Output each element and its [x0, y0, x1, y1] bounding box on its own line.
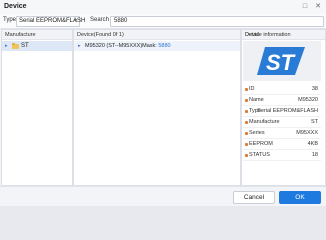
bullet-icon [245, 121, 248, 124]
prop-type: Type Serial EEPROM&FLASH [243, 106, 321, 117]
prop-eeprom: EEPROM 4KB [243, 139, 321, 150]
device-logo: ST [243, 41, 321, 81]
cancel-button[interactable]: Cancel [233, 191, 275, 204]
type-select[interactable]: Serial EEPROM&FLASH ▾ [16, 16, 85, 27]
prop-status: STATUS 18 [243, 150, 321, 161]
bullet-icon [245, 154, 248, 157]
device-properties: ID 38 Name M95320 Type Serial EEPROM&FLA… [243, 84, 321, 161]
prop-id: ID 38 [243, 84, 321, 95]
bullet-icon [245, 99, 248, 102]
prop-name: Name M95320 [243, 95, 321, 106]
search-input[interactable]: 5880 [110, 16, 324, 27]
search-input-value: 5880 [114, 18, 128, 24]
bullet-icon [245, 143, 248, 146]
device-list-header-label: Device(Found 0f 1) [77, 32, 124, 38]
device-mask-value: 5880 [158, 43, 171, 49]
filter-toolbar: Type Serial EEPROM&FLASH ▾ Search 5880 [0, 14, 326, 29]
type-label: Type [3, 17, 17, 23]
manufacturer-label: ST [21, 43, 29, 49]
manufacture-header: Manufacture [2, 30, 72, 40]
title-bar: Device □ ✕ [0, 0, 326, 15]
bullet-icon [245, 88, 248, 91]
device-item-label: M95320 (ST--M95XXX)Mask: 5880 [85, 43, 171, 49]
manufacturer-item-st[interactable]: ▸ ST [2, 41, 72, 51]
manufacture-header-label: Manufacture [5, 32, 36, 38]
folder-icon [12, 43, 19, 49]
svg-text:ST: ST [266, 50, 296, 75]
ok-button[interactable]: OK [279, 191, 321, 204]
device-list-header: Device(Found 0f 1) [74, 30, 240, 40]
detail-link[interactable]: Detail [245, 32, 322, 38]
chevron-down-icon: ▾ [73, 18, 77, 24]
dialog-footer: Cancel OK [0, 186, 326, 206]
close-icon[interactable]: ✕ [313, 2, 323, 12]
device-item[interactable]: ▸ M95320 (ST--M95XXX)Mask: 5880 [74, 41, 240, 51]
prop-manufacture: Manufacture ST [243, 117, 321, 128]
minimize-icon[interactable]: □ [300, 2, 310, 12]
bullet-icon [245, 110, 248, 113]
device-info-header: Device information Detail [242, 30, 325, 40]
device-info-panel: Device information Detail ST ID 38 Name … [241, 29, 326, 186]
bullet-icon [245, 132, 248, 135]
prop-series: Series M95XXX [243, 128, 321, 139]
st-logo-icon: ST [257, 47, 305, 75]
window-title: Device [4, 3, 27, 10]
search-label: Search [90, 17, 110, 23]
expand-arrow-icon[interactable]: ▸ [78, 43, 81, 49]
device-dialog: Device □ ✕ Type Serial EEPROM&FLASH ▾ Se… [0, 0, 326, 206]
device-list-panel: Device(Found 0f 1) ▸ M95320 (ST--M95XXX)… [73, 29, 241, 186]
manufacture-panel: Manufacture ▸ ST [1, 29, 73, 186]
expand-arrow-icon[interactable]: ▸ [5, 43, 8, 49]
